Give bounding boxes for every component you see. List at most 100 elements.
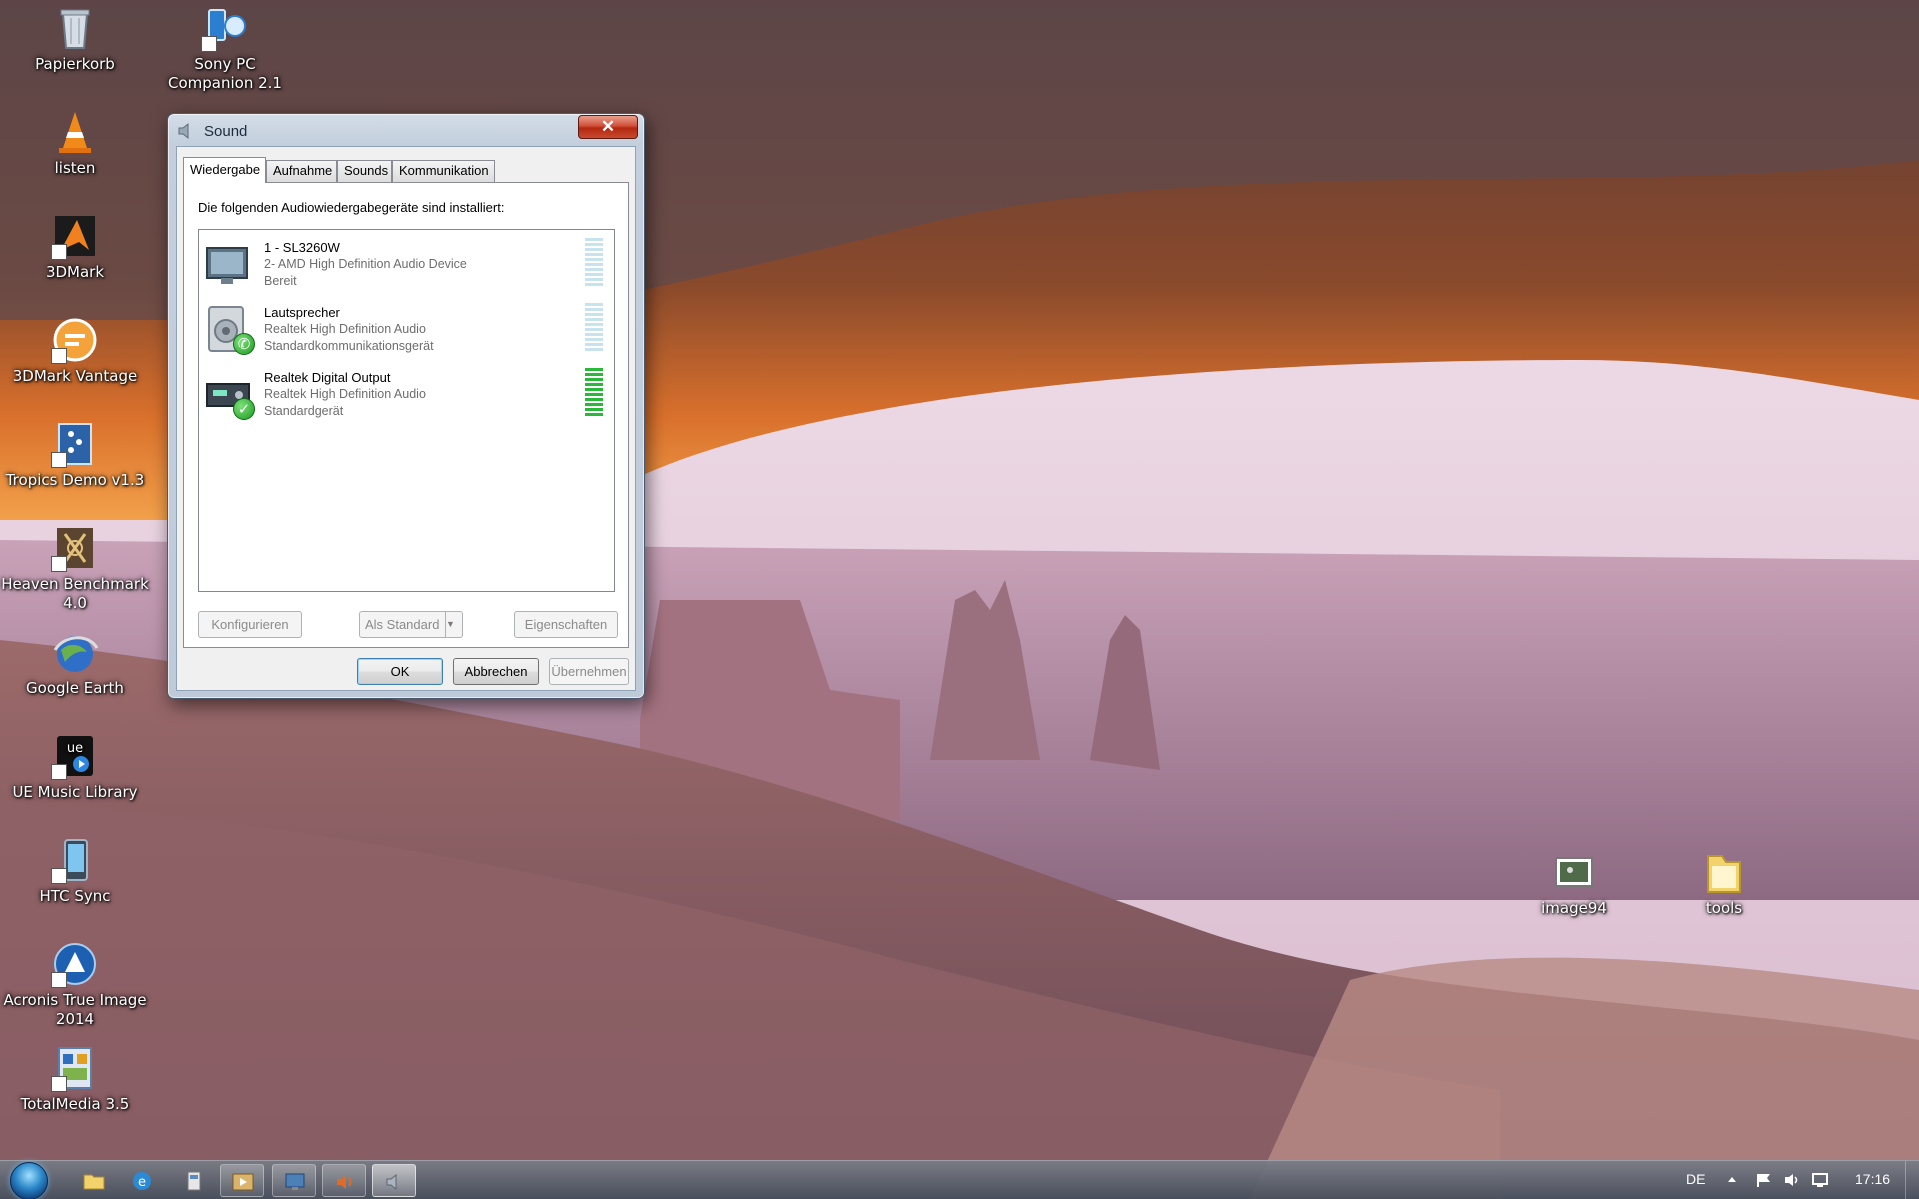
internet-explorer-icon: e	[133, 1172, 151, 1190]
desktop-icon-google-earth[interactable]: Google Earth	[0, 628, 150, 698]
desktop-icon-acronis[interactable]: Acronis True Image 2014	[0, 940, 150, 1029]
svg-text:e: e	[138, 1175, 146, 1190]
shortcut-arrow-icon	[51, 556, 67, 572]
apply-button[interactable]: Übernehmen	[549, 658, 629, 685]
svg-text:ue: ue	[67, 741, 83, 756]
device-status: Standardkommunikationsgerät	[264, 339, 434, 353]
digital-output-icon: ✓	[203, 370, 255, 420]
language-indicator[interactable]: DE	[1686, 1171, 1705, 1187]
desktop-icon-label: Tropics Demo v1.3	[5, 471, 145, 489]
recycle-bin-icon	[51, 4, 99, 52]
acronis-icon	[51, 940, 99, 988]
desktop-icon-label: tools	[1705, 899, 1743, 917]
dialog-client-area: Wiedergabe Aufnahme Sounds Kommunikation…	[176, 146, 636, 691]
app-icon	[187, 1171, 201, 1191]
tab-aufnahme[interactable]: Aufnahme	[266, 160, 337, 182]
desktop-icon-htc-sync[interactable]: HTC Sync	[0, 836, 150, 906]
volume-icon[interactable]	[1783, 1172, 1801, 1188]
sound-dialog-icon	[386, 1173, 397, 1191]
shortcut-arrow-icon	[51, 1076, 67, 1092]
action-center-flag-icon[interactable]	[1755, 1172, 1773, 1188]
explorer-icon	[83, 1174, 105, 1190]
sony-companion-icon	[201, 4, 249, 52]
default-communication-badge-icon: ✆	[233, 333, 255, 355]
shortcut-arrow-icon	[51, 764, 67, 780]
device-status: Standardgerät	[264, 404, 344, 418]
taskbar-media[interactable]	[220, 1164, 264, 1197]
device-driver: Realtek High Definition Audio	[264, 322, 426, 336]
taskbar-app[interactable]	[172, 1164, 216, 1197]
device-item-lautsprecher[interactable]: ✆ Lautsprecher Realtek High Definition A…	[201, 297, 611, 359]
network-icon[interactable]	[1811, 1172, 1829, 1188]
tab-wiedergabe[interactable]: Wiedergabe	[183, 157, 266, 183]
tab-sounds[interactable]: Sounds	[337, 160, 392, 182]
intro-text: Die folgenden Audiowiedergabegeräte sind…	[198, 200, 505, 215]
desktop-icon-totalmedia[interactable]: TotalMedia 3.5	[0, 1044, 150, 1114]
desktop-icon-3dmark-vantage[interactable]: 3DMark Vantage	[0, 316, 150, 386]
desktop-icon-papierkorb[interactable]: Papierkorb	[0, 4, 150, 74]
desktop-icon-label: Acronis True Image 2014	[3, 991, 147, 1028]
device-list[interactable]: 1 - SL3260W 2- AMD High Definition Audio…	[198, 229, 615, 592]
properties-button[interactable]: Eigenschaften	[514, 611, 618, 638]
desktop-icon-label: listen	[54, 159, 96, 177]
configure-button[interactable]: Konfigurieren	[198, 611, 302, 638]
3dmark-vantage-icon	[51, 316, 99, 364]
start-button[interactable]	[10, 1162, 48, 1199]
media-icon	[232, 1173, 254, 1191]
heaven-benchmark-icon	[51, 524, 99, 572]
desktop-icon-listen[interactable]: listen	[0, 108, 150, 178]
desktop-icon-label: 3DMark Vantage	[12, 367, 138, 385]
3dmark-icon	[51, 212, 99, 260]
close-button[interactable]: ✕	[578, 115, 638, 139]
sound-dialog[interactable]: Sound ✕ Wiedergabe Aufnahme Sounds Kommu…	[167, 113, 645, 699]
speaker-app-icon	[337, 1175, 352, 1189]
desktop-icon-label: Heaven Benchmark 4.0	[1, 575, 149, 612]
desktop-icon-heaven-benchmark[interactable]: Heaven Benchmark 4.0	[0, 524, 150, 613]
tropics-demo-icon	[51, 420, 99, 468]
level-meter	[585, 238, 603, 290]
desktop-icon-tools[interactable]: tools	[1649, 848, 1799, 918]
device-item-sl3260w[interactable]: 1 - SL3260W 2- AMD High Definition Audio…	[201, 232, 611, 294]
totalmedia-icon	[51, 1044, 99, 1092]
chevron-down-icon[interactable]: ▼	[445, 612, 462, 637]
desktop-icon-tropics-demo[interactable]: Tropics Demo v1.3	[0, 420, 150, 490]
taskbar-sound-dialog[interactable]	[372, 1164, 416, 1197]
taskbar-explorer[interactable]	[72, 1164, 116, 1197]
taskbar-remote-desktop[interactable]	[272, 1164, 316, 1197]
desktop-icon-label: TotalMedia 3.5	[20, 1095, 130, 1113]
set-default-split-button[interactable]: Als Standard ▼	[359, 611, 463, 638]
desktop-icon-3dmark[interactable]: 3DMark	[0, 212, 150, 282]
tab-kommunikation[interactable]: Kommunikation	[392, 160, 495, 182]
show-desktop-button[interactable]	[1905, 1161, 1919, 1199]
remote-desktop-icon	[285, 1173, 305, 1190]
desktop-icon-label: Sony PC Companion 2.1	[168, 55, 282, 92]
taskbar-speaker-app[interactable]	[322, 1164, 366, 1197]
device-status: Bereit	[264, 274, 297, 288]
clock[interactable]: 17:16	[1855, 1171, 1890, 1187]
cancel-button[interactable]: Abbrechen	[453, 658, 539, 685]
device-name: 1 - SL3260W	[264, 240, 340, 255]
desktop-icon-label: 3DMark	[45, 263, 105, 281]
show-hidden-icons-chevron-icon[interactable]	[1723, 1172, 1741, 1188]
vlc-cone-icon	[51, 108, 99, 156]
dialog-title: Sound	[204, 123, 248, 140]
desktop-icon-label: Papierkorb	[35, 55, 115, 73]
taskbar-internet-explorer[interactable]: e	[120, 1164, 164, 1197]
desktop-icon-label: Google Earth	[26, 679, 124, 697]
default-device-check-icon: ✓	[233, 398, 255, 420]
desktop-icon-sony-companion[interactable]: Sony PC Companion 2.1	[150, 4, 300, 93]
taskbar: e DE 17:16	[0, 1160, 1919, 1199]
device-item-realtek-digital-output[interactable]: ✓ Realtek Digital Output Realtek High De…	[201, 362, 611, 424]
folder-icon	[1700, 848, 1748, 896]
device-name: Lautsprecher	[264, 305, 340, 320]
desktop-icon-label: image94	[1541, 899, 1607, 917]
level-meter	[585, 303, 603, 355]
shortcut-arrow-icon	[201, 36, 217, 52]
monitor-icon	[203, 240, 253, 288]
desktop-icon-ue-music[interactable]: ue UE Music Library	[0, 732, 150, 802]
ok-button[interactable]: OK	[357, 658, 443, 685]
ue-music-icon: ue	[51, 732, 99, 780]
shortcut-arrow-icon	[51, 868, 67, 884]
shortcut-arrow-icon	[51, 244, 67, 260]
desktop-icon-image94[interactable]: image94	[1499, 848, 1649, 918]
